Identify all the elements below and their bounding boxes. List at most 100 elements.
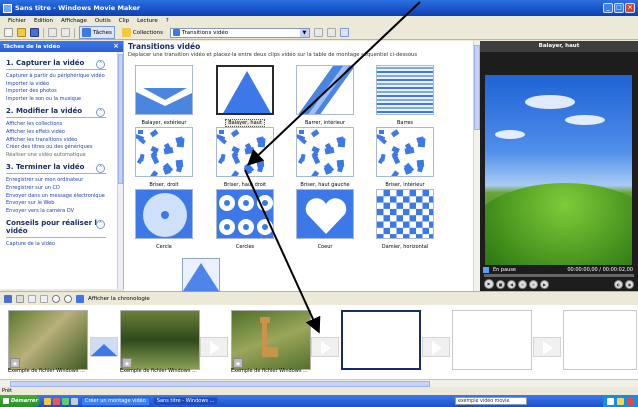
close-button[interactable]: × [625,3,635,13]
transition-item[interactable]: Cercle [132,189,196,257]
section-title[interactable]: Conseils pour réaliser la vidéo ⌃ [6,219,119,235]
transition-slot-5[interactable] [533,337,561,357]
task-link[interactable]: Envoyer vers la caméra DV [6,208,119,216]
transition-item[interactable]: Briser, intérieur [373,127,437,195]
search-input[interactable]: exemple vidéo movie maker [455,397,527,407]
tasks-button[interactable]: Tâches [79,26,115,39]
transition-slot-1[interactable] [90,337,118,357]
storyboard-icon[interactable] [4,294,12,303]
transition-item[interactable]: Balayer, extérieur [132,65,196,133]
narrate-icon[interactable] [16,294,24,303]
forward-icon[interactable]: » [529,279,538,289]
effect-star-icon[interactable]: ★ [233,358,243,368]
storyboard-clip-3[interactable]: ★ [229,308,314,374]
play-storyboard-icon[interactable] [64,294,72,303]
transition-slot-2[interactable] [200,337,228,357]
tray-icon[interactable] [607,397,614,405]
collapse-icon[interactable]: ⌃ [96,108,105,118]
menu-outils[interactable]: Outils [95,18,111,24]
undo-icon[interactable] [48,28,57,37]
close-icon[interactable]: × [113,42,119,50]
tray-icon[interactable] [617,397,624,405]
menu-clip[interactable]: Clip [119,18,129,24]
transition-item[interactable]: Damier, horizontal [373,189,437,257]
transition-item[interactable]: Barres [373,65,437,133]
task-link[interactable]: Importer des photos [6,88,119,96]
section-title[interactable]: 3. Terminer la vidéo ⌃ [6,163,119,174]
transition-item[interactable]: Balayer, haut [213,65,277,133]
task-link[interactable]: Importer la vidéo [6,81,119,89]
transition-item[interactable]: Briser, haut gauche [293,127,357,195]
maximize-button[interactable]: □ [614,3,624,13]
new-project-icon[interactable] [4,28,13,37]
chevron-down-icon[interactable]: ▼ [299,28,309,37]
view-icon[interactable] [339,28,349,37]
transition-item[interactable]: Cercles [213,189,277,257]
previous-icon[interactable]: ◀ [507,279,516,289]
quick-launch-icon[interactable] [53,397,60,405]
task-link[interactable]: Capture de la vidéo [6,241,119,249]
taskbar-button[interactable]: Sans titre - Windows ... [152,396,219,406]
menu-help[interactable]: ? [166,18,169,24]
transition-slot-4[interactable] [422,337,450,357]
stop-icon[interactable]: ■ [496,279,505,289]
minimize-button[interactable]: _ [603,3,613,13]
rewind-icon[interactable]: « [518,279,527,289]
task-link[interactable]: Réaliser une vidéo automatique [6,152,119,160]
task-link[interactable]: Afficher les collections [6,121,119,129]
open-folder-icon[interactable] [17,28,26,37]
taskbar-button[interactable]: Créer un montage vidéo [81,396,150,406]
zoom-out-icon[interactable] [40,294,48,303]
storyboard-clip-2[interactable]: ★ [118,308,203,374]
task-link[interactable]: Enregistrer sur un CD [6,185,119,193]
effect-star-icon[interactable]: ★ [122,358,132,368]
transition-item[interactable]: Barrer, intérieur [293,65,357,133]
snapshot-icon[interactable]: ◉ [625,279,634,289]
play-icon[interactable]: ▶ [484,279,494,289]
show-timeline-button[interactable]: Afficher la chronologie [88,296,150,302]
task-link[interactable]: Afficher les effets vidéo [6,129,119,137]
storyboard-empty-slot[interactable] [561,308,638,374]
start-button[interactable]: Démarrer [0,395,40,407]
collections-button[interactable]: Collections [119,26,166,39]
effect-star-icon[interactable]: ★ [10,358,20,368]
task-link[interactable]: Enregistrer sur mon ordinateur [6,177,119,185]
timeline-icon[interactable] [76,294,84,303]
menu-lecture[interactable]: Lecture [137,18,158,24]
section-title[interactable]: 1. Capturer la vidéo ⌃ [6,59,119,69]
dragged-transition[interactable] [182,258,220,292]
up-level-icon[interactable] [313,28,323,37]
menu-affichage[interactable]: Affichage [61,18,87,24]
menu-edition[interactable]: Edition [34,18,53,24]
transition-item[interactable]: Coeur [293,189,357,257]
quick-launch-icon[interactable] [71,397,78,405]
task-link[interactable]: Envoyer dans un message électronique [6,193,119,201]
storyboard-scrollbar[interactable] [0,379,638,387]
tray-icon[interactable] [627,397,634,405]
quick-launch-icon[interactable] [44,397,51,405]
section-title[interactable]: 2. Modifier la vidéo ⌃ [6,107,119,118]
storyboard-clip-1[interactable]: ★ [6,308,91,374]
collapse-icon[interactable]: ⌃ [96,164,105,174]
task-link[interactable]: Envoyer sur le Web [6,200,119,208]
rewind-storyboard-icon[interactable] [52,294,60,303]
transition-item[interactable]: Briser, haut droit [213,127,277,195]
task-link[interactable]: Créer des titres ou des génériques [6,144,119,152]
next-icon[interactable]: ▶ [540,279,549,289]
transitions-scrollbar[interactable] [473,41,480,291]
collapse-icon[interactable]: ⌃ [96,60,105,69]
task-link[interactable]: Importer le son ou la musique [6,96,119,104]
tasks-scrollbar[interactable] [117,52,123,289]
zoom-in-icon[interactable] [28,294,36,303]
storyboard-empty-slot[interactable] [450,308,535,374]
task-link[interactable]: Capturer à partir du périphérique vidéo [6,73,119,81]
location-dropdown[interactable]: Transitions vidéo ▼ [169,27,310,38]
transition-slot-3[interactable] [311,337,339,357]
redo-icon[interactable] [61,28,70,37]
seek-bar[interactable] [484,274,634,277]
menu-fichier[interactable]: Fichier [8,18,26,24]
transition-item[interactable]: Briser, droit [132,127,196,195]
collapse-icon[interactable]: ⌃ [96,220,105,230]
new-collection-icon[interactable] [326,28,336,37]
quick-launch-icon[interactable] [62,397,69,405]
